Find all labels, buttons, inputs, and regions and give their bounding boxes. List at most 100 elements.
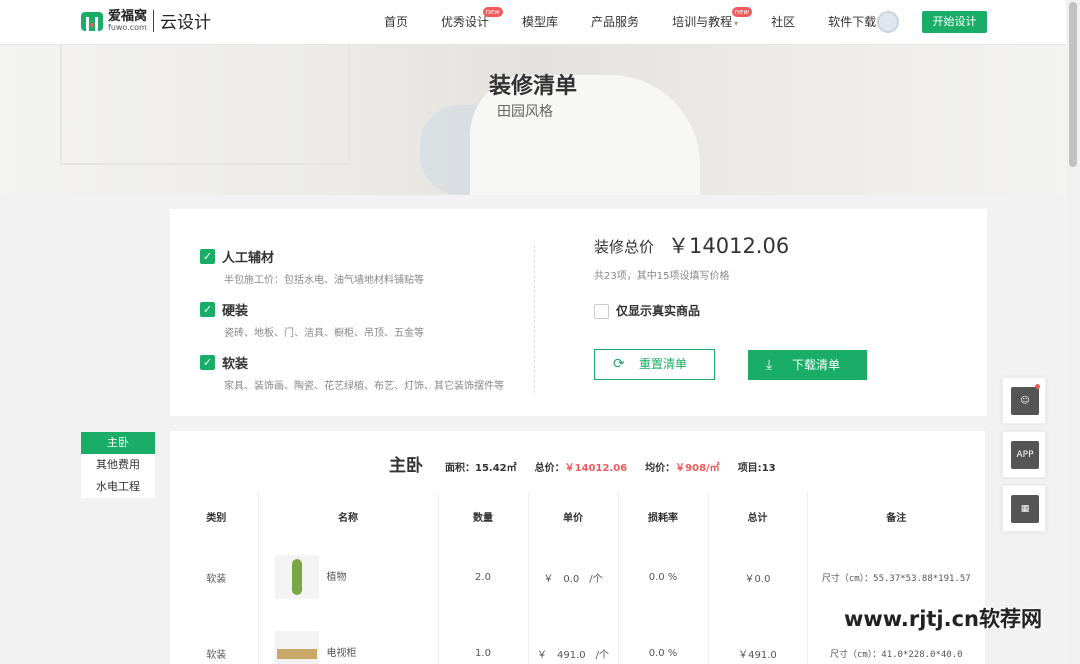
nav-label: 模型库 bbox=[522, 15, 559, 29]
room-items: 项目:13 bbox=[738, 459, 776, 474]
product-thumbnail[interactable] bbox=[274, 631, 319, 664]
user-avatar[interactable] bbox=[877, 11, 899, 33]
option-title: 人工辅材 bbox=[222, 251, 275, 266]
product-name: 植物 bbox=[326, 572, 347, 583]
new-badge: new bbox=[482, 7, 504, 17]
qr-code-button[interactable]: ▦ bbox=[1002, 485, 1046, 532]
option-title: 硬装 bbox=[222, 304, 249, 319]
download-list-button[interactable]: ⤓ 下载清单 bbox=[748, 350, 867, 380]
new-badge: new bbox=[731, 7, 753, 17]
app-download-button[interactable]: APP bbox=[1002, 431, 1046, 478]
items-value: 13 bbox=[761, 463, 776, 474]
col-name: 名称 bbox=[258, 493, 439, 539]
real-only-label[interactable]: 仅显示真实商品 bbox=[616, 302, 700, 319]
download-icon: ⤓ bbox=[766, 357, 773, 373]
col-total: 总计 bbox=[708, 493, 808, 539]
reset-label: 重置清单 bbox=[639, 357, 688, 371]
option-desc: 半包施工价：包括水电、油气墙地材料铺贴等 bbox=[224, 275, 424, 286]
app-icon: APP bbox=[1011, 441, 1039, 469]
col-quantity: 数量 bbox=[438, 493, 529, 539]
chevron-down-icon: ▾ bbox=[734, 19, 739, 28]
cell-name: 植物 bbox=[258, 539, 439, 615]
col-note: 备注 bbox=[886, 512, 907, 524]
side-item-other-fees[interactable]: 其他费用 bbox=[81, 454, 155, 476]
room-average: 均价：￥908/㎡ bbox=[645, 459, 720, 474]
top-header: 爱福窝 fuwo.com 云设计 首页 优秀设计 new 模型库 产品服务 培训与… bbox=[0, 0, 1066, 45]
checkbox-checked-icon[interactable]: ✓ bbox=[200, 302, 215, 317]
cell-category: 软装 bbox=[175, 615, 259, 664]
side-item-plumbing-electric[interactable]: 水电工程 bbox=[81, 476, 155, 498]
cell-loss-rate: 0.0 % bbox=[618, 615, 709, 664]
avg-value: ￥908/㎡ bbox=[675, 463, 720, 474]
watermark-text: www.rjtj.cn软荐网 bbox=[844, 607, 1043, 631]
nav-training[interactable]: 培训与教程 ▾ new bbox=[672, 0, 753, 45]
option-title: 软装 bbox=[222, 357, 249, 372]
download-label: 下载清单 bbox=[792, 358, 841, 372]
total-price-label: 装修总价 bbox=[594, 238, 655, 256]
avg-label: 均价： bbox=[645, 463, 676, 474]
area-value: 15.42㎡ bbox=[475, 463, 517, 474]
logo-en-text: fuwo.com bbox=[108, 22, 147, 32]
nav-community[interactable]: 社区 bbox=[771, 0, 795, 45]
cell-total: ￥491.0 bbox=[708, 615, 808, 664]
room-total-value: ￥14012.06 bbox=[564, 463, 628, 474]
cell-quantity: 2.0 bbox=[438, 539, 529, 615]
material-table: 类别 名称 数量 单价 损耗率 总计 备注 软装 植物 2.0 ￥ 0.0 /个… bbox=[175, 493, 985, 664]
cell-unit-price: ￥ 0.0 /个 bbox=[528, 539, 619, 615]
room-name: 主卧 bbox=[389, 456, 423, 476]
table-header-row: 类别 名称 数量 单价 损耗率 总计 备注 bbox=[175, 493, 985, 539]
customer-service-icon: ☺ bbox=[1011, 387, 1039, 415]
summary-card: ✓ 人工辅材 半包施工价：包括水电、油气墙地材料铺贴等 ✓ 硬装 瓷砖、地板、门… bbox=[170, 209, 987, 416]
nav-home[interactable]: 首页 bbox=[384, 0, 408, 45]
room-area: 面积：15.42㎡ bbox=[445, 459, 517, 474]
option-desc: 瓷砖、地板、门、洁具、橱柜、吊顶、五金等 bbox=[224, 328, 424, 339]
room-header: 主卧 面积：15.42㎡ 总价：￥14012.06 均价：￥908/㎡ 项目:1… bbox=[389, 451, 794, 476]
nav-label: 社区 bbox=[771, 15, 796, 29]
nav-label: 优秀设计 bbox=[441, 15, 490, 29]
start-design-button[interactable]: 开始设计 bbox=[922, 11, 987, 33]
nav-featured-designs[interactable]: 优秀设计 new bbox=[441, 0, 504, 45]
page-scrollbar[interactable] bbox=[1066, 0, 1080, 664]
nav-label: 培训与教程 bbox=[672, 15, 733, 29]
product-thumbnail[interactable] bbox=[274, 555, 319, 599]
checkbox-checked-icon[interactable]: ✓ bbox=[200, 355, 215, 370]
product-name: 电视柜 bbox=[326, 648, 357, 659]
nav-products[interactable]: 产品服务 bbox=[591, 0, 639, 45]
refresh-icon: ⟳ bbox=[613, 356, 625, 372]
room-total: 总价：￥14012.06 bbox=[535, 459, 628, 474]
side-item-master-bedroom[interactable]: 主卧 bbox=[81, 432, 155, 454]
reset-list-button[interactable]: ⟳ 重置清单 bbox=[594, 349, 715, 380]
checkbox-checked-icon[interactable]: ✓ bbox=[200, 249, 215, 264]
cell-loss-rate: 0.0 % bbox=[618, 539, 709, 615]
cell-category: 软装 bbox=[175, 539, 259, 615]
items-label: 项目: bbox=[737, 463, 762, 474]
col-loss-rate: 损耗率 bbox=[618, 493, 709, 539]
page-subtitle: 田园风格 bbox=[497, 104, 553, 120]
nav-model-library[interactable]: 模型库 bbox=[522, 0, 558, 45]
logo-icon bbox=[80, 9, 104, 33]
customer-service-button[interactable]: ☺ bbox=[1002, 377, 1046, 424]
real-only-checkbox[interactable] bbox=[594, 304, 609, 319]
cell-unit-price: ￥ 491.0 /个 bbox=[528, 615, 619, 664]
scrollbar-thumb[interactable] bbox=[1069, 2, 1077, 167]
option-desc: 家具、装饰画、陶瓷、花艺绿植、布艺、灯饰、其它装饰摆件等 bbox=[224, 381, 504, 392]
logo-divider bbox=[153, 9, 155, 32]
col-category: 类别 bbox=[175, 493, 259, 539]
item-count-text: 共23项，其中15项设填写价格 bbox=[594, 271, 730, 282]
room-side-nav: 主卧 其他费用 水电工程 bbox=[81, 432, 155, 498]
nav-label: 产品服务 bbox=[591, 15, 640, 29]
site-logo[interactable]: 爱福窝 fuwo.com 云设计 bbox=[80, 8, 211, 33]
nav-download[interactable]: 软件下载 bbox=[828, 0, 876, 45]
qr-code-icon: ▦ bbox=[1011, 495, 1039, 523]
floating-toolbar: ☺ APP ▦ bbox=[1002, 377, 1047, 539]
col-unit-price: 单价 bbox=[528, 493, 619, 539]
total-price-value: ￥14012.06 bbox=[668, 234, 790, 258]
dashed-divider bbox=[534, 245, 535, 393]
area-label: 面积： bbox=[445, 463, 475, 474]
logo-cn-text: 爱福窝 bbox=[108, 8, 148, 24]
cell-total: ￥0.0 bbox=[708, 539, 808, 615]
logo-subtitle: 云设计 bbox=[160, 13, 212, 33]
page-title: 装修清单 bbox=[488, 74, 577, 99]
banner-window-frame bbox=[60, 45, 350, 165]
main-nav: 首页 优秀设计 new 模型库 产品服务 培训与教程 ▾ new 社区 软件下载 bbox=[384, 0, 909, 45]
